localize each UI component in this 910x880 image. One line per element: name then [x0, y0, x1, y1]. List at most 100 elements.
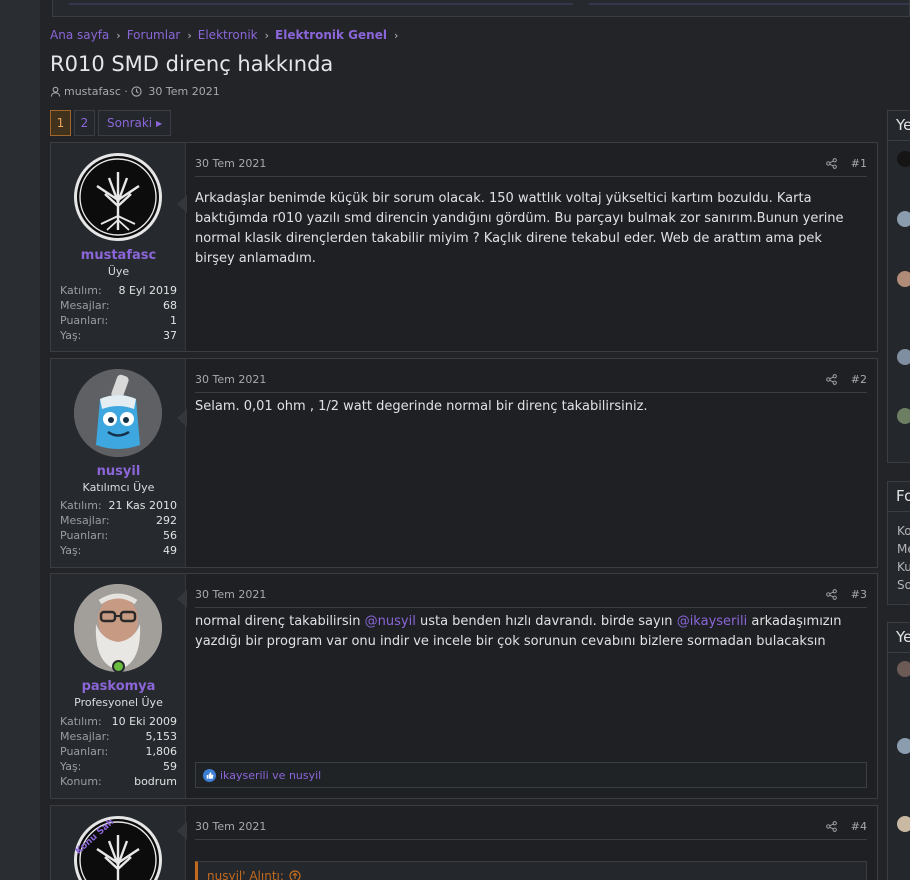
username[interactable]: mustafasc	[51, 248, 186, 263]
post-date[interactable]: 30 Tem 2021	[195, 373, 266, 386]
breadcrumb-forums[interactable]: Forumlar	[127, 28, 181, 42]
user-title: Üye	[107, 265, 130, 278]
mention-link[interactable]: @nusyil	[365, 614, 416, 629]
post-body: Arkadaşlar benimde küçük bir sorum olaca…	[195, 191, 844, 266]
sidebar-block-title: Ye	[888, 111, 910, 141]
online-status-icon	[112, 660, 125, 673]
sidebar-block-latest: Ye	[887, 110, 910, 463]
post: mustafasc Üye Katılım: 8 Eyl 2019 Mesajla…	[50, 142, 878, 352]
avatar[interactable]	[897, 408, 910, 424]
page-2-button[interactable]: 2	[74, 110, 95, 136]
post-number[interactable]: #2	[851, 373, 867, 386]
stat-label: Puanları:	[60, 529, 109, 542]
chevron-right-icon: ›	[264, 28, 270, 42]
clock-icon	[131, 86, 143, 97]
stat-label: Katılım:	[60, 499, 102, 512]
mention-link[interactable]: @ikayserili	[677, 614, 748, 629]
sidebar-block-title: Fo	[888, 482, 910, 512]
page-title: R010 SMD direnç hakkında	[50, 52, 334, 76]
forum-stat-label: Ku	[897, 560, 910, 574]
share-icon[interactable]	[825, 374, 837, 385]
stat-value: 59	[163, 760, 177, 773]
page-1-button[interactable]: 1	[50, 110, 71, 136]
post-text: usta benden hızlı davrandı. birde sayın	[415, 614, 677, 629]
thread-date-link[interactable]: 30 Tem 2021	[148, 85, 219, 98]
chevron-right-icon: ›	[393, 28, 399, 42]
stat-value: 292	[156, 514, 177, 527]
thread-author-link[interactable]: mustafasc	[64, 85, 121, 98]
breadcrumb-electronics[interactable]: Elektronik	[198, 28, 258, 42]
username[interactable]: paskomya	[51, 679, 186, 694]
stat-label: Konum:	[60, 775, 102, 788]
post-arrow	[177, 590, 187, 608]
stat-value: 37	[163, 329, 177, 342]
forum-stat-label: Ko	[897, 524, 910, 538]
avatar[interactable]	[897, 271, 910, 287]
user-stats: Katılım: 10 Eki 2009 Mesajlar: 5,153 Puanl…	[60, 714, 177, 789]
stat-value: 8 Eyl 2019	[118, 284, 177, 297]
share-icon[interactable]	[825, 821, 837, 832]
post-user-panel: nusyil Katılımcı Üye Katılım: 21 Kas 2010…	[51, 359, 186, 567]
stat-value: bodrum	[134, 775, 177, 788]
user-stats: Katılım: 21 Kas 2010 Mesajlar: 292 Puanlar…	[60, 498, 177, 558]
post-number[interactable]: #4	[851, 820, 867, 833]
post-header: 30 Tem 2021 #1	[195, 151, 867, 177]
avatar[interactable]	[897, 349, 910, 365]
share-icon[interactable]	[825, 589, 837, 600]
stat-value: 56	[163, 529, 177, 542]
stat-value: 21 Kas 2010	[108, 499, 177, 512]
tree-of-life-icon	[79, 821, 157, 880]
sidebar-block-new-posts: Ye	[887, 622, 910, 880]
post-user-panel: Konu Sah	[51, 806, 186, 880]
post-header: 30 Tem 2021 #3	[195, 582, 867, 608]
breadcrumb-electronics-general[interactable]: Elektronik Genel	[275, 28, 387, 42]
avatar[interactable]	[897, 816, 910, 832]
avatar[interactable]	[74, 584, 162, 672]
forum-stat-label: Me	[897, 542, 910, 556]
post-date[interactable]: 30 Tem 2021	[195, 820, 266, 833]
tree-of-life-icon	[79, 158, 157, 236]
post-number[interactable]: #1	[851, 157, 867, 170]
quote-source[interactable]: nusyil' Alıntı:	[207, 869, 284, 880]
avatar[interactable]	[74, 369, 162, 457]
post-date[interactable]: 30 Tem 2021	[195, 588, 266, 601]
post: nusyil Katılımcı Üye Katılım: 21 Kas 2010…	[50, 358, 878, 568]
stat-label: Mesajlar:	[60, 514, 110, 527]
stat-label: Yaş:	[60, 760, 82, 773]
avatar[interactable]	[897, 211, 910, 227]
avatar[interactable]	[897, 738, 910, 754]
avatar[interactable]	[897, 661, 910, 677]
banner-left	[69, 0, 573, 5]
top-banner-strip	[52, 0, 910, 17]
sidebar-block-title: Ye	[888, 623, 910, 653]
stat-value: 1	[170, 314, 177, 327]
user-title: Katılımcı Üye	[82, 481, 155, 494]
avatar[interactable]	[74, 153, 162, 241]
stat-label: Yaş:	[60, 544, 82, 557]
user-stats: Katılım: 8 Eyl 2019 Mesajlar: 68 Puanları:…	[60, 283, 177, 343]
post-user-panel: paskomya Profesyonel Üye Katılım: 10 Eki …	[51, 574, 186, 798]
reactions-bar[interactable]: ikayserili ve nusyil	[195, 762, 867, 788]
post-number[interactable]: #3	[851, 588, 867, 601]
arrow-up-circle-icon[interactable]	[289, 870, 301, 880]
forum-stat-label: So	[897, 578, 910, 592]
chevron-right-icon: ›	[116, 28, 121, 42]
cartoon-robot-icon	[74, 369, 162, 457]
quote-block: nusyil' Alıntı:	[195, 861, 867, 880]
post-arrow	[177, 195, 187, 213]
like-icon	[203, 768, 216, 782]
user-title: Profesyonel Üye	[74, 696, 163, 709]
share-icon[interactable]	[825, 158, 837, 169]
username[interactable]: nusyil	[51, 464, 186, 479]
post-body: Selam. 0,01 ohm , 1/2 watt degerinde nor…	[195, 399, 648, 414]
post-date[interactable]: 30 Tem 2021	[195, 157, 266, 170]
chevron-right-icon: ›	[187, 28, 192, 42]
avatar[interactable]	[897, 151, 910, 167]
post-body: normal direnç takabilirsin @nusyil usta …	[195, 612, 847, 652]
post-header: 30 Tem 2021 #4	[195, 814, 867, 840]
post-user-panel: mustafasc Üye Katılım: 8 Eyl 2019 Mesajla…	[51, 143, 186, 351]
breadcrumb-home[interactable]: Ana sayfa	[50, 28, 109, 42]
next-page-button[interactable]: Sonraki ▶	[98, 110, 172, 136]
caret-right-icon: ▶	[155, 118, 163, 128]
post-header: 30 Tem 2021 #2	[195, 367, 867, 393]
